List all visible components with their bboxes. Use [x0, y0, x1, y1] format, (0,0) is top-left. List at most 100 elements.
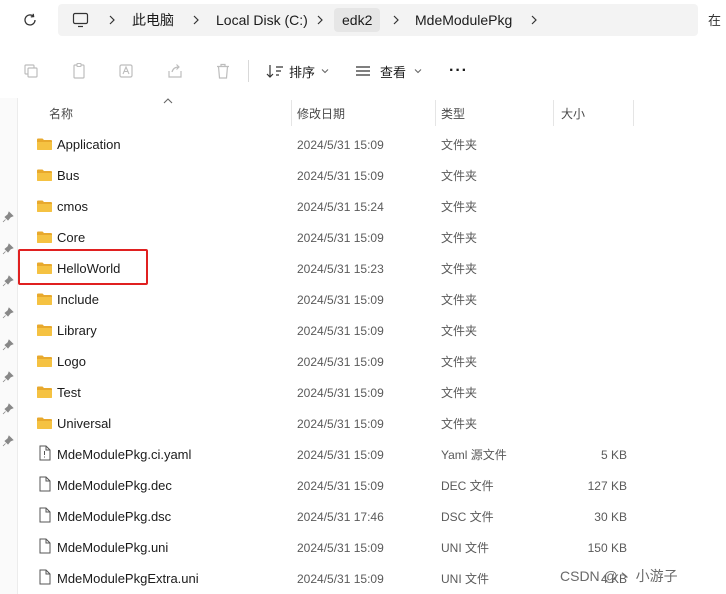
pin-icon[interactable] [2, 307, 14, 319]
file-row[interactable]: Test 2024/5/31 15:09 文件夹 [18, 377, 726, 408]
file-icon [36, 568, 53, 585]
pin-icon[interactable] [2, 211, 14, 223]
cut-button[interactable] [18, 58, 44, 84]
folder-icon [36, 384, 53, 400]
share-button[interactable] [162, 58, 188, 84]
file-size [558, 315, 627, 346]
file-type: 文件夹 [441, 355, 478, 369]
file-row[interactable]: MdeModulePkg.dsc 2024/5/31 17:46 DSC 文件 30 … [18, 501, 726, 532]
more-options-button[interactable]: ··· [449, 58, 468, 84]
file-row[interactable]: MdeModulePkg.ci.yaml 2024/5/31 15:09 Yaml … [18, 439, 726, 470]
delete-button[interactable] [210, 58, 236, 84]
file-row[interactable]: Bus 2024/5/31 15:09 文件夹 [18, 160, 726, 191]
breadcrumb-item-mdemodulepkg[interactable]: MdeModulePkg [415, 4, 512, 36]
file-date: 2024/5/31 15:09 [297, 540, 384, 555]
file-name: Bus [57, 168, 80, 183]
column-header-size[interactable]: 大小 [561, 98, 633, 128]
file-row[interactable]: Include 2024/5/31 15:09 文件夹 [18, 284, 726, 315]
file-icon [36, 537, 53, 554]
file-size [558, 222, 627, 253]
file-type: 文件夹 [441, 138, 478, 152]
file-date: 2024/5/31 17:46 [297, 509, 384, 524]
pin-icon[interactable] [2, 339, 14, 351]
file-icon [36, 475, 53, 492]
pin-icon[interactable] [2, 403, 14, 415]
file-date: 2024/5/31 15:09 [297, 292, 384, 307]
file-date: 2024/5/31 15:09 [297, 137, 384, 152]
breadcrumb[interactable]: 此电脑 Local Disk (C:) edk2 MdeModulePkg [58, 4, 698, 36]
file-row[interactable]: Library 2024/5/31 15:09 文件夹 [18, 315, 726, 346]
file-row[interactable]: MdeModulePkg.dec 2024/5/31 15:09 DEC 文件 127… [18, 470, 726, 501]
file-row[interactable]: MdeModulePkg.uni 2024/5/31 15:09 UNI 文件 150… [18, 532, 726, 563]
file-date: 2024/5/31 15:09 [297, 416, 384, 431]
file-type: UNI 文件 [441, 541, 490, 555]
column-divider[interactable] [291, 100, 292, 126]
file-size [558, 408, 627, 439]
folder-icon [36, 136, 53, 152]
file-date: 2024/5/31 15:09 [297, 230, 384, 245]
file-row[interactable]: HelloWorld 2024/5/31 15:23 文件夹 [18, 253, 726, 284]
file-size [558, 191, 627, 222]
breadcrumb-item-this-pc[interactable]: 此电脑 [132, 4, 174, 36]
pin-icon[interactable] [2, 371, 14, 383]
file-name: MdeModulePkg.dsc [57, 509, 172, 524]
rename-icon [119, 64, 133, 78]
file-row[interactable]: Application 2024/5/31 15:09 文件夹 [18, 129, 726, 160]
folder-icon [36, 353, 53, 369]
file-date: 2024/5/31 15:09 [297, 354, 384, 369]
file-type: 文件夹 [441, 293, 478, 307]
file-type: 文件夹 [441, 386, 478, 400]
column-date-label: 修改日期 [297, 106, 346, 121]
chevron-down-icon [414, 69, 422, 74]
copy-button[interactable] [66, 58, 92, 84]
file-date: 2024/5/31 15:09 [297, 168, 384, 183]
file-type: 文件夹 [441, 262, 478, 276]
file-row[interactable]: Core 2024/5/31 15:09 文件夹 [18, 222, 726, 253]
pin-icon[interactable] [2, 275, 14, 287]
file-size [558, 160, 627, 191]
file-name: MdeModulePkgExtra.uni [57, 571, 199, 586]
column-header-type[interactable]: 类型 [441, 98, 553, 128]
view-label: 查看 [380, 64, 407, 80]
file-row[interactable]: Universal 2024/5/31 15:09 文件夹 [18, 408, 726, 439]
view-list-icon [356, 66, 370, 76]
folder-icon [36, 291, 53, 307]
column-header-name[interactable]: 名称 [49, 98, 289, 128]
rename-button[interactable] [114, 58, 140, 84]
file-type: Yaml 源文件 [441, 448, 507, 462]
breadcrumb-item-local-disk[interactable]: Local Disk (C:) [216, 4, 308, 36]
file-date: 2024/5/31 15:09 [297, 447, 384, 462]
column-divider[interactable] [633, 100, 634, 126]
file-name: Include [57, 292, 99, 307]
breadcrumb-item-edk2[interactable]: edk2 [334, 8, 381, 32]
folder-icon [36, 415, 53, 431]
chevron-right-icon [393, 15, 399, 25]
file-type: 文件夹 [441, 417, 478, 431]
file-row[interactable]: cmos 2024/5/31 15:24 文件夹 [18, 191, 726, 222]
refresh-button[interactable] [14, 6, 46, 34]
yaml-file-icon [36, 444, 53, 461]
search-box-edge[interactable]: 在 [708, 10, 721, 29]
folder-icon [36, 167, 53, 183]
watermark-text: CSDN @丶 小游子 [560, 568, 678, 584]
file-type: 文件夹 [441, 231, 478, 245]
file-name: Library [57, 323, 97, 338]
file-row[interactable]: Logo 2024/5/31 15:09 文件夹 [18, 346, 726, 377]
column-header-date[interactable]: 修改日期 [297, 98, 435, 128]
cut-icon [24, 64, 38, 78]
pin-icon[interactable] [2, 243, 14, 255]
file-name: Core [57, 230, 86, 245]
command-bar: 排序 查看 ··· [0, 44, 726, 98]
file-type: 文件夹 [441, 169, 478, 183]
column-divider[interactable] [553, 100, 554, 126]
view-button[interactable]: 查看 [354, 58, 423, 84]
sort-icon [266, 65, 283, 78]
column-divider[interactable] [435, 100, 436, 126]
file-name: Universal [57, 416, 112, 431]
trash-icon [217, 63, 229, 79]
file-size [558, 129, 627, 160]
sort-label: 排序 [289, 64, 316, 80]
chevron-down-icon [321, 69, 329, 74]
sort-button[interactable]: 排序 [266, 58, 330, 84]
pin-icon[interactable] [2, 435, 14, 447]
